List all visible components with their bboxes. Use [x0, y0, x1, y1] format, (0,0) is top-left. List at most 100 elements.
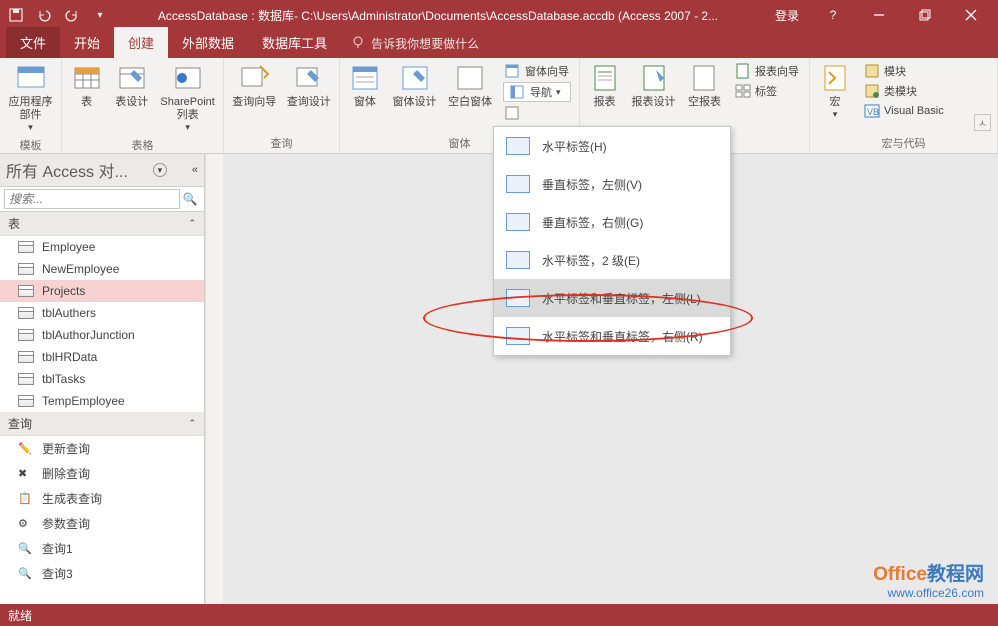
navigation-button[interactable]: 导航 ▾: [503, 82, 571, 102]
navpane-query-item[interactable]: 🔍 查询3: [0, 561, 204, 586]
report-design-button[interactable]: 报表设计: [627, 60, 680, 111]
form-design-button[interactable]: 窗体设计: [388, 60, 442, 111]
form-button[interactable]: 窗体: [344, 60, 386, 111]
dropdown-item-label: 水平标签和垂直标签，左侧(L): [542, 290, 701, 307]
dropdown-item[interactable]: 水平标签和垂直标签，右侧(R): [494, 317, 730, 355]
navpane-header[interactable]: 所有 Access 对... ▾ «: [0, 154, 204, 187]
query-design-button[interactable]: 查询设计: [283, 60, 336, 111]
group-macros-label: 宏与代码: [814, 133, 993, 153]
sharepoint-lists-button[interactable]: SharePoint 列表▾: [156, 60, 219, 135]
query-icon: 🔍: [18, 567, 34, 580]
blank-form-button[interactable]: 空白窗体: [443, 60, 497, 111]
navpane-table-item[interactable]: tblAuthers: [0, 302, 204, 324]
chevron-down-icon: ▾: [556, 87, 561, 98]
restore-icon[interactable]: [902, 0, 948, 30]
navpane-query-item[interactable]: ✏️更新查询: [0, 436, 204, 461]
navigation-pane: 所有 Access 对... ▾ « 🔍 表⌃ Employee NewEmplo…: [0, 154, 205, 604]
navpane-item-label: tblHRData: [42, 350, 97, 364]
redo-icon[interactable]: [60, 3, 84, 27]
navpane-item-label: Employee: [42, 240, 95, 254]
login-button[interactable]: 登录: [764, 0, 810, 30]
form-layout-icon: [506, 137, 530, 155]
navpane-title: 所有 Access 对...: [6, 158, 128, 182]
report-wizard-button[interactable]: 报表向导: [733, 62, 801, 80]
table-design-button[interactable]: 表设计: [109, 60, 154, 111]
group-templates-label: 模板: [4, 135, 57, 155]
dropdown-item-label: 水平标签(H): [542, 138, 607, 155]
tab-file[interactable]: 文件: [6, 27, 60, 58]
navpane-query-item[interactable]: ⚙参数查询: [0, 511, 204, 536]
tab-external[interactable]: 外部数据: [168, 27, 248, 58]
query-icon: ✖: [18, 467, 34, 480]
navpane-table-item[interactable]: NewEmployee: [0, 258, 204, 280]
form-layout-icon: [506, 175, 530, 193]
form-layout-icon: [506, 289, 530, 307]
dropdown-item[interactable]: 垂直标签，右侧(G): [494, 203, 730, 241]
search-input[interactable]: [4, 189, 180, 209]
navpane-table-item[interactable]: tblTasks: [0, 368, 204, 390]
navpane-query-item[interactable]: 📋生成表查询: [0, 486, 204, 511]
table-icon: [18, 241, 34, 253]
dropdown-item[interactable]: 水平标签和垂直标签，左侧(L): [494, 279, 730, 317]
collapse-pane-icon[interactable]: «: [192, 164, 198, 176]
app-parts-button[interactable]: 应用程序 部件 ▾: [4, 60, 57, 135]
navpane-scrollbar[interactable]: [205, 154, 223, 604]
navpane-table-item[interactable]: Projects: [0, 280, 204, 302]
table-button[interactable]: 表: [66, 60, 107, 111]
watermark: Office教程网 www.office26.com: [873, 559, 984, 600]
macro-button[interactable]: 宏▾: [814, 60, 856, 122]
more-forms-button[interactable]: [503, 104, 571, 122]
navpane-item-label: 查询1: [42, 540, 73, 557]
save-icon[interactable]: [4, 3, 28, 27]
class-module-button[interactable]: 类模块: [862, 82, 946, 100]
navpane-item-label: tblTasks: [42, 372, 85, 386]
visual-basic-button[interactable]: VBVisual Basic: [862, 102, 946, 120]
dropdown-item[interactable]: 垂直标签，左侧(V): [494, 165, 730, 203]
navpane-item-label: TempEmployee: [42, 394, 125, 408]
navpane-item-label: 删除查询: [42, 465, 90, 482]
dropdown-item[interactable]: 水平标签(H): [494, 127, 730, 165]
table-icon: [18, 351, 34, 363]
navpane-group-tables[interactable]: 表⌃: [0, 212, 204, 236]
dropdown-item-label: 垂直标签，左侧(V): [542, 176, 642, 193]
navpane-table-item[interactable]: TempEmployee: [0, 390, 204, 412]
table-icon: [18, 307, 34, 319]
table-icon: [18, 263, 34, 275]
navpane-item-label: tblAuthers: [42, 306, 96, 320]
tab-create[interactable]: 创建: [114, 27, 168, 58]
labels-button[interactable]: 标签: [733, 82, 801, 100]
tab-dbtools[interactable]: 数据库工具: [248, 27, 341, 58]
navpane-item-label: 生成表查询: [42, 490, 102, 507]
navpane-item-label: 更新查询: [42, 440, 90, 457]
minimize-icon[interactable]: [856, 0, 902, 30]
report-button[interactable]: 报表: [584, 60, 625, 111]
navpane-item-label: 查询3: [42, 565, 73, 582]
undo-icon[interactable]: [32, 3, 56, 27]
navpane-query-item[interactable]: 🔍查询1: [0, 536, 204, 561]
navpane-group-queries[interactable]: 查询⌃: [0, 412, 204, 436]
navpane-table-item[interactable]: Employee: [0, 236, 204, 258]
module-button[interactable]: 模块: [862, 62, 946, 80]
form-wizard-button[interactable]: 窗体向导: [503, 62, 571, 80]
status-ready: 就绪: [8, 607, 32, 624]
chevron-down-icon[interactable]: ▾: [153, 163, 167, 177]
tab-home[interactable]: 开始: [60, 27, 114, 58]
dropdown-item[interactable]: 水平标签，2 级(E): [494, 241, 730, 279]
help-icon[interactable]: ?: [810, 0, 856, 30]
tell-me[interactable]: 告诉我你想要做什么: [341, 29, 489, 58]
collapse-ribbon-icon[interactable]: ㅅ: [974, 114, 991, 131]
table-icon: [18, 395, 34, 407]
navpane-item-label: Projects: [42, 284, 85, 298]
qat-customize-icon[interactable]: ▾: [88, 3, 112, 27]
close-icon[interactable]: [948, 0, 994, 30]
blank-report-button[interactable]: 空报表: [682, 60, 727, 111]
chevron-down-icon: ▾: [28, 122, 33, 133]
navpane-table-item[interactable]: tblHRData: [0, 346, 204, 368]
search-icon[interactable]: 🔍: [180, 192, 200, 206]
form-layout-icon: [506, 213, 530, 231]
navigation-dropdown: 水平标签(H) 垂直标签，左侧(V) 垂直标签，右侧(G)水平标签，2 级(E) 水平…: [493, 126, 731, 356]
query-wizard-button[interactable]: 查询向导: [228, 60, 281, 111]
navpane-query-item[interactable]: ✖ 删除查询: [0, 461, 204, 486]
group-queries-label: 查询: [228, 133, 335, 153]
navpane-table-item[interactable]: tblAuthorJunction: [0, 324, 204, 346]
